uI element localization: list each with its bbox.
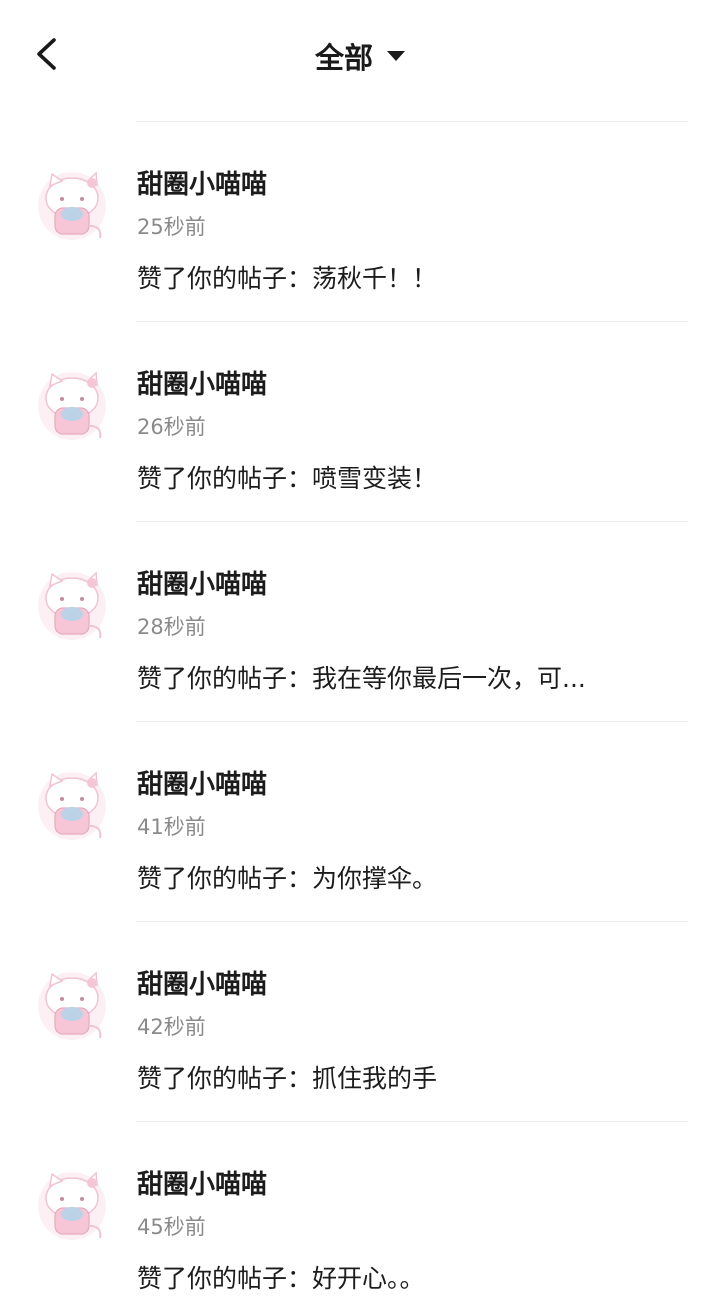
user-name[interactable]: 甜圈小喵喵 — [137, 1168, 267, 1202]
avatar-kitty-icon[interactable] — [38, 1168, 110, 1248]
caret-down-icon — [387, 51, 405, 61]
notification-list: 甜圈小喵喵 25秒前 赞了你的帖子：荡秋千！！ 甜圈小喵喵 26秒前 赞了你的帖… — [0, 122, 720, 1315]
notification-message[interactable]: 赞了你的帖子：荡秋千！！ — [137, 261, 437, 297]
notification-item[interactable]: 甜圈小喵喵 28秒前 赞了你的帖子：我在等你最后一次，可... — [0, 522, 720, 722]
timestamp: 45秒前 — [137, 1215, 206, 1239]
timestamp: 41秒前 — [137, 815, 206, 839]
timestamp: 26秒前 — [137, 415, 206, 439]
avatar-kitty-icon[interactable] — [38, 768, 110, 848]
top-bar: 全部 — [0, 0, 720, 110]
user-name[interactable]: 甜圈小喵喵 — [137, 368, 267, 402]
notification-item[interactable]: 甜圈小喵喵 26秒前 赞了你的帖子：喷雪变装！ — [0, 322, 720, 522]
filter-dropdown[interactable]: 全部 — [0, 34, 720, 78]
notification-item[interactable]: 甜圈小喵喵 41秒前 赞了你的帖子：为你撑伞。 — [0, 722, 720, 922]
timestamp: 25秒前 — [137, 215, 206, 239]
notification-message[interactable]: 赞了你的帖子：我在等你最后一次，可... — [137, 661, 586, 697]
page-title: 全部 — [314, 41, 373, 75]
avatar-kitty-icon[interactable] — [38, 368, 110, 448]
notification-message[interactable]: 赞了你的帖子：好开心。。 — [137, 1261, 425, 1297]
notification-item[interactable]: 甜圈小喵喵 45秒前 赞了你的帖子：好开心。。 — [0, 1122, 720, 1315]
avatar-kitty-icon[interactable] — [38, 168, 110, 248]
user-name[interactable]: 甜圈小喵喵 — [137, 168, 267, 202]
notification-message[interactable]: 赞了你的帖子：抓住我的手 — [137, 1061, 437, 1097]
notification-item[interactable]: 甜圈小喵喵 25秒前 赞了你的帖子：荡秋千！！ — [0, 122, 720, 322]
notification-item[interactable]: 甜圈小喵喵 42秒前 赞了你的帖子：抓住我的手 — [0, 922, 720, 1122]
avatar-kitty-icon[interactable] — [38, 568, 110, 648]
user-name[interactable]: 甜圈小喵喵 — [137, 968, 267, 1002]
user-name[interactable]: 甜圈小喵喵 — [137, 568, 267, 602]
user-name[interactable]: 甜圈小喵喵 — [137, 768, 267, 802]
avatar-kitty-icon[interactable] — [38, 968, 110, 1048]
timestamp: 42秒前 — [137, 1015, 206, 1039]
notification-message[interactable]: 赞了你的帖子：为你撑伞。 — [137, 861, 437, 897]
notification-message[interactable]: 赞了你的帖子：喷雪变装！ — [137, 461, 437, 497]
timestamp: 28秒前 — [137, 615, 206, 639]
